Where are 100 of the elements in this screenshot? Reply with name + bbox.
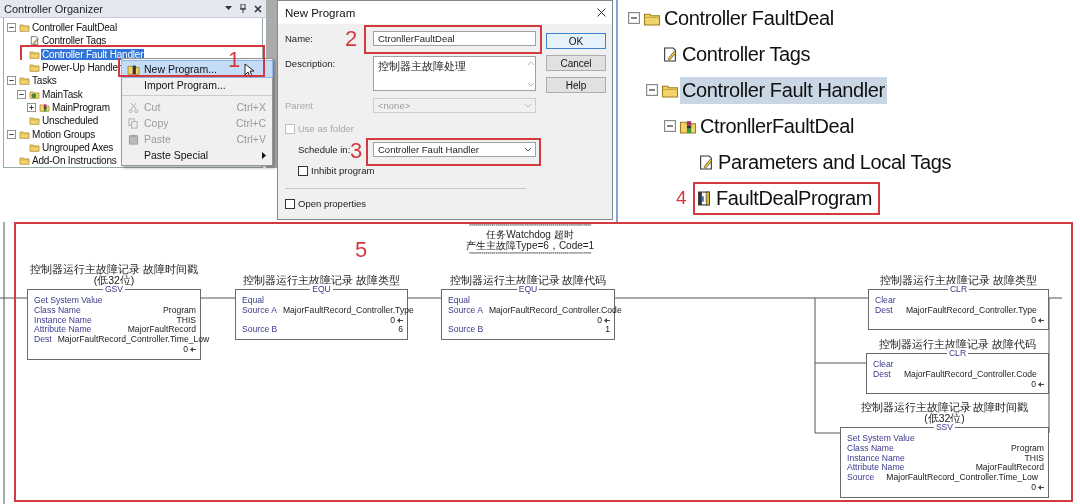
live-value: 0: [597, 315, 602, 326]
rung-comment: 控制器运行主故障记录 故障时间戳: [30, 264, 198, 275]
folder-icon: [29, 116, 40, 126]
dialog-button[interactable]: Help: [546, 77, 606, 93]
operand-label: Dest: [875, 305, 893, 316]
task-icon: [29, 89, 40, 99]
rung-comment: 控制器运行主故障记录 故障时间戳: [860, 402, 1029, 413]
arrow-icon: [1038, 318, 1044, 323]
operand-value: THIS: [176, 315, 196, 325]
tree-item[interactable]: FaultDealProgram: [714, 184, 874, 212]
dialog-button[interactable]: OK: [546, 33, 606, 49]
arrow-icon: [1038, 382, 1044, 387]
operand-tag: MajorFaultRecord_Controller.Time_Low: [886, 473, 1038, 483]
operand-label: Class Name: [34, 305, 81, 316]
operand-label: Source A: [448, 305, 483, 316]
tree-item[interactable]: Motion Groups: [31, 128, 96, 140]
operand-value: 6: [398, 325, 403, 336]
expand-icon[interactable]: [27, 102, 36, 112]
folder-icon: [19, 23, 30, 33]
live-value: 0: [1031, 379, 1036, 390]
collapse-icon[interactable]: [7, 76, 16, 86]
folder-icon: [29, 49, 40, 59]
collapse-icon[interactable]: [7, 23, 16, 33]
live-value: 0: [1031, 483, 1036, 493]
live-value: 0: [390, 315, 395, 326]
step-number: 4: [676, 188, 687, 208]
folder-icon: [29, 142, 40, 152]
operand-tag: MajorFaultRecord_Controller.Type: [905, 305, 1037, 316]
dropdown-icon[interactable]: [225, 6, 232, 11]
schedule-dropdown[interactable]: Controller Fault Handler: [373, 142, 536, 157]
instruction-name: Clear: [873, 359, 894, 369]
live-value: 0: [1031, 315, 1036, 326]
tree-item[interactable]: Add-On Instructions: [31, 155, 118, 167]
close-icon[interactable]: [597, 8, 606, 17]
pin-icon[interactable]: [240, 4, 246, 13]
instruction-name: Get System Value: [34, 295, 103, 305]
instruction-mnemonic: EQU: [310, 284, 333, 294]
instruction-mnemonic: SSV: [933, 422, 956, 432]
instruction-name: Equal: [448, 295, 470, 305]
dialog-button[interactable]: Cancel: [546, 55, 606, 71]
operand-value: MajorFaultRecord: [975, 463, 1044, 474]
operand-label: Class Name: [847, 443, 894, 454]
operand-label: Attribute Name: [34, 325, 92, 335]
folder-icon: [19, 76, 30, 86]
operand-label: Source B: [448, 325, 484, 336]
name-field[interactable]: CtronllerFaultDeal: [373, 31, 536, 46]
menu-item[interactable]: Paste Special: [122, 147, 272, 163]
rung-comment: 产生主故障Type=6，Code=1: [465, 240, 595, 251]
operand-label: Source A: [242, 305, 277, 316]
checkbox[interactable]: [298, 165, 308, 176]
instruction-mnemonic: CLR: [947, 284, 970, 294]
operand-value: 1: [605, 325, 610, 336]
program-icon: [679, 118, 697, 134]
field-label: Parent: [285, 99, 313, 111]
operand-label: Attribute Name: [847, 463, 905, 473]
collapse-icon[interactable]: [17, 89, 26, 99]
collapse-icon[interactable]: [7, 129, 16, 139]
instruction-name: Clear: [875, 295, 896, 305]
tree-item[interactable]: CtronllerFaultDeal: [698, 112, 856, 140]
operand-label: Dest: [873, 369, 891, 380]
tree-item[interactable]: Controller Tags: [680, 40, 813, 68]
instruction-name: Equal: [242, 295, 264, 305]
tree-item[interactable]: MainProgram: [51, 101, 111, 113]
tree-item[interactable]: Ungrouped Axes: [41, 141, 115, 153]
operand-value: MajorFaultRecord: [127, 325, 196, 336]
arrow-icon: [604, 318, 610, 323]
operand-value: THIS: [1024, 453, 1044, 463]
tree-item[interactable]: Controller Fault Handler: [680, 76, 887, 104]
tree-item[interactable]: Unscheduled: [41, 115, 100, 127]
tree-item[interactable]: Parameters and Local Tags: [716, 148, 954, 176]
tree-item[interactable]: Controller FaultDeal: [31, 22, 118, 34]
dialog-title: New Program: [285, 6, 357, 19]
rung-comment: 任务Watchdog 超时: [486, 229, 574, 240]
folder-icon: [19, 129, 30, 139]
operand-tag: MajorFaultRecord_Controller.Code: [903, 369, 1037, 380]
cursor-icon: [244, 63, 255, 78]
close-icon[interactable]: [254, 4, 262, 13]
tree-item[interactable]: MainTask: [41, 88, 84, 100]
tree-item[interactable]: Tasks: [31, 75, 58, 87]
arrow-icon: [397, 318, 403, 323]
checkbox-label: Use as folder: [298, 123, 354, 134]
description-field[interactable]: 控制器主故障处理: [373, 56, 536, 91]
checkbox[interactable]: [285, 198, 295, 209]
paste-icon: [127, 133, 139, 145]
tree-item[interactable]: Controller Fault Handler: [41, 48, 145, 60]
operand-label: Source B: [242, 325, 278, 336]
operand-label: Instance Name: [847, 453, 905, 463]
checkbox-label: Open properties: [298, 198, 367, 209]
menu-item[interactable]: Import Program...: [122, 77, 272, 96]
tag-sheet-icon: [29, 36, 40, 46]
routine-icon: [695, 190, 713, 206]
tag-sheet-icon: [661, 46, 679, 62]
instruction-name: Set System Value: [847, 433, 915, 443]
tree-item[interactable]: Controller FaultDeal: [662, 4, 836, 32]
step-number: 5: [355, 239, 368, 261]
panel-title: Controller Organizer: [4, 2, 105, 15]
tag-sheet-icon: [697, 154, 715, 170]
folder-icon: [29, 63, 40, 73]
field-label: Name:: [285, 32, 313, 44]
submenu-arrow-icon: [262, 151, 266, 159]
